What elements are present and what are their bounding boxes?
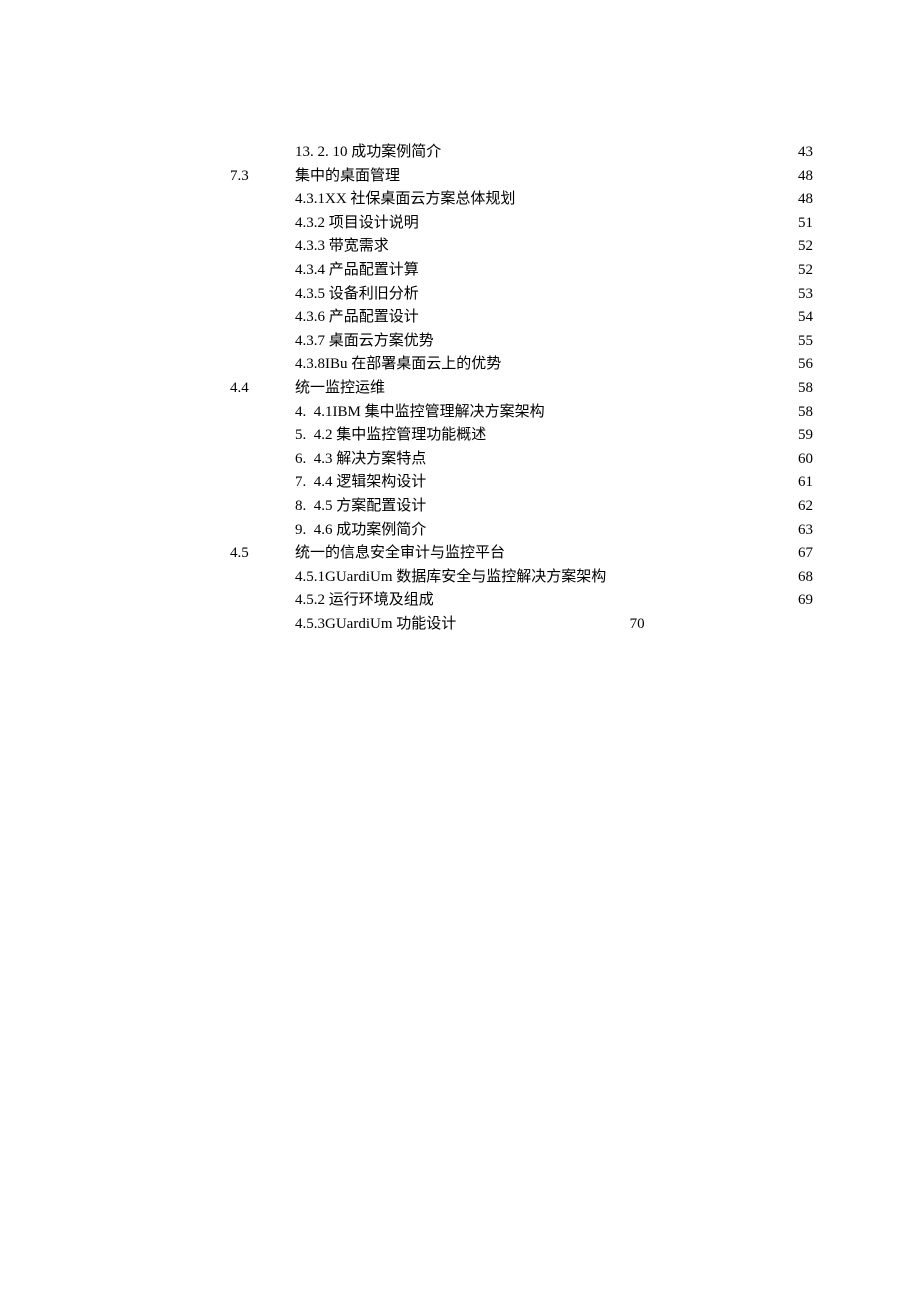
toc-title: 4.3.6 产品配置设计 <box>295 310 783 325</box>
toc-title: 8. 4.5 方案配置设计 <box>295 499 783 514</box>
toc-row: 9. 4.6 成功案例简介63 <box>230 523 813 547</box>
toc-page-number: 69 <box>783 593 813 608</box>
toc-title: 4.3.4 产品配置计算 <box>295 263 783 278</box>
toc-row: 6. 4.3 解决方案特点60 <box>230 452 813 476</box>
toc-page-number: 51 <box>783 216 813 231</box>
toc-title: 统一监控运维 <box>295 381 783 396</box>
toc-row: 4.4统一监控运维58 <box>230 381 813 405</box>
toc-page-number: 52 <box>783 263 813 278</box>
toc-section-number: 7.3 <box>230 169 295 184</box>
toc-page-number: 43 <box>783 145 813 160</box>
toc-title: 4.3.7 桌面云方案优势 <box>295 334 783 349</box>
toc-page-number: 67 <box>783 546 813 561</box>
toc-page-number: 59 <box>783 428 813 443</box>
toc-page-number: 60 <box>783 452 813 467</box>
toc-page-number: 63 <box>783 523 813 538</box>
toc-title: 4.3.2 项目设计说明 <box>295 216 783 231</box>
toc-row: 4.3.4 产品配置计算52 <box>230 263 813 287</box>
toc-row: 7. 4.4 逻辑架构设计61 <box>230 475 813 499</box>
toc-row: 7.3集中的桌面管理48 <box>230 169 813 193</box>
toc-title: 13. 2. 10 成功案例简介 <box>295 145 783 160</box>
toc-title: 7. 4.4 逻辑架构设计 <box>295 475 783 490</box>
toc-page-number: 58 <box>783 405 813 420</box>
toc-row: 4.3.1XX 社保桌面云方案总体规划48 <box>230 192 813 216</box>
toc-title: 4.3.3 带宽需求 <box>295 239 783 254</box>
toc-title: 4.3.8IBu 在部署桌面云上的优势 <box>295 357 783 372</box>
toc-row: 4.5.2 运行环境及组成69 <box>230 593 813 617</box>
toc-page-number: 52 <box>783 239 813 254</box>
toc-page-number: 62 <box>783 499 813 514</box>
toc-row: 4.3.2 项目设计说明51 <box>230 216 813 240</box>
document-page: 13. 2. 10 成功案例简介437.3集中的桌面管理484.3.1XX 社保… <box>0 0 920 1301</box>
toc-page-number: 58 <box>783 381 813 396</box>
toc-section-number: 4.4 <box>230 381 295 396</box>
toc-section-number: 4.5 <box>230 546 295 561</box>
toc-page-number: 68 <box>783 570 813 585</box>
toc-row: 4.3.3 带宽需求52 <box>230 239 813 263</box>
toc-row: 4.3.5 设备利旧分析53 <box>230 287 813 311</box>
toc-row: 5. 4.2 集中监控管理功能概述59 <box>230 428 813 452</box>
toc-page-number: 56 <box>783 357 813 372</box>
toc-title: 4.5.3GUardiUm 功能设计 <box>295 617 595 632</box>
toc-title: 4.3.1XX 社保桌面云方案总体规划 <box>295 192 783 207</box>
toc-title: 4.5.2 运行环境及组成 <box>295 593 783 608</box>
toc-title: 4.5.1GUardiUm 数据库安全与监控解决方案架构 <box>295 570 783 585</box>
toc-row: 8. 4.5 方案配置设计62 <box>230 499 813 523</box>
toc-title: 统一的信息安全审计与监控平台 <box>295 546 783 561</box>
toc-page-number: 48 <box>783 169 813 184</box>
toc-page-number: 61 <box>783 475 813 490</box>
table-of-contents: 13. 2. 10 成功案例简介437.3集中的桌面管理484.3.1XX 社保… <box>230 145 813 640</box>
toc-row: 4.3.6 产品配置设计54 <box>230 310 813 334</box>
toc-row: 13. 2. 10 成功案例简介43 <box>230 145 813 169</box>
toc-page-number: 55 <box>783 334 813 349</box>
toc-row: 4.5.1GUardiUm 数据库安全与监控解决方案架构68 <box>230 570 813 594</box>
toc-page-number: 54 <box>783 310 813 325</box>
toc-page-number: 53 <box>783 287 813 302</box>
toc-row: 4.5.3GUardiUm 功能设计70 <box>230 617 813 641</box>
toc-row: 4. 4.1IBM 集中监控管理解决方案架构58 <box>230 405 813 429</box>
toc-title: 集中的桌面管理 <box>295 169 783 184</box>
toc-title: 9. 4.6 成功案例简介 <box>295 523 783 538</box>
toc-row: 4.3.8IBu 在部署桌面云上的优势56 <box>230 357 813 381</box>
toc-title: 4. 4.1IBM 集中监控管理解决方案架构 <box>295 405 783 420</box>
toc-page-number: 70 <box>595 617 645 632</box>
toc-row: 4.3.7 桌面云方案优势55 <box>230 334 813 358</box>
toc-row: 4.5统一的信息安全审计与监控平台67 <box>230 546 813 570</box>
toc-title: 5. 4.2 集中监控管理功能概述 <box>295 428 783 443</box>
toc-page-number: 48 <box>783 192 813 207</box>
toc-title: 4.3.5 设备利旧分析 <box>295 287 783 302</box>
toc-title: 6. 4.3 解决方案特点 <box>295 452 783 467</box>
